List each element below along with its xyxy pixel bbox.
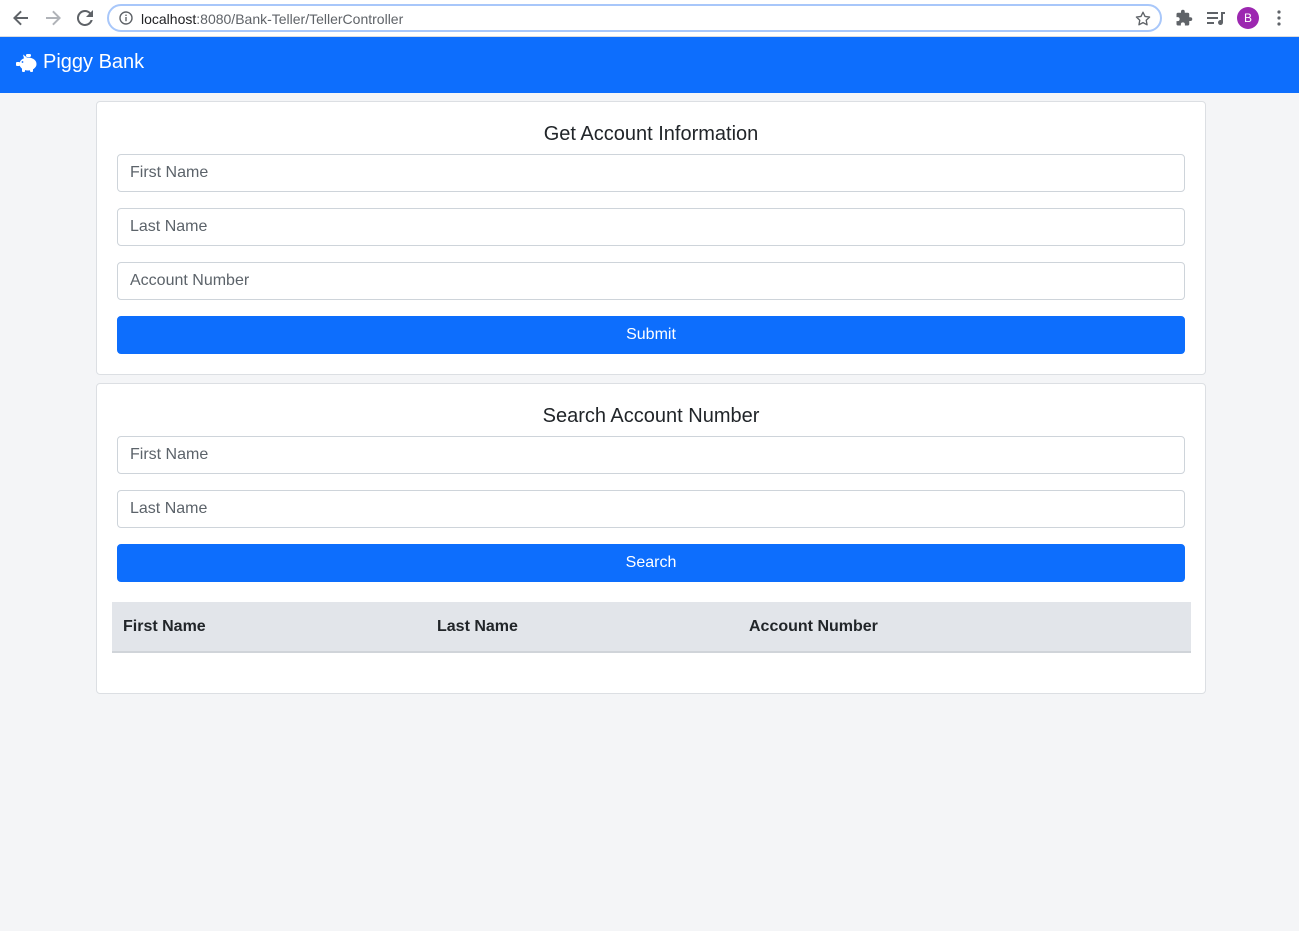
search-last-name-input[interactable] (117, 490, 1185, 528)
table-header-row: First Name Last Name Account Number (112, 602, 1191, 653)
arrow-left-icon (13, 10, 28, 26)
url-text: localhost:8080/Bank-Teller/TellerControl… (141, 11, 403, 27)
submit-button[interactable]: Submit (117, 316, 1185, 354)
brand-name: Piggy Bank (43, 51, 145, 73)
last-name-input[interactable] (117, 208, 1185, 246)
navbar: Piggy Bank (0, 37, 1299, 93)
more-vertical-icon[interactable] (1270, 9, 1288, 27)
address-bar[interactable]: localhost:8080/Bank-Teller/TellerControl… (107, 4, 1162, 32)
media-queue-icon[interactable] (1206, 9, 1226, 27)
results-table: First Name Last Name Account Number (112, 602, 1191, 653)
reload-button[interactable] (73, 7, 97, 29)
search-title: Search Account Number (542, 405, 760, 427)
first-name-input[interactable] (117, 154, 1185, 192)
column-header-last-name: Last Name (426, 602, 738, 653)
profile-avatar[interactable]: B (1237, 7, 1259, 29)
column-header-first-name: First Name (112, 602, 426, 653)
forward-button[interactable] (41, 7, 65, 29)
reload-icon (77, 10, 93, 26)
search-button[interactable]: Search (117, 544, 1185, 582)
bookmark-star-icon[interactable] (1134, 10, 1152, 28)
account-number-input[interactable] (117, 262, 1185, 300)
brand-link[interactable]: Piggy Bank (15, 51, 144, 74)
url-host: localhost (141, 11, 197, 27)
back-button[interactable] (9, 7, 33, 29)
url-path: :8080/Bank-Teller/TellerController (196, 11, 404, 27)
search-card: Search Account Number Search First Name … (96, 383, 1206, 694)
account-info-title: Get Account Information (543, 123, 759, 145)
piggy-bank-icon (16, 53, 37, 72)
info-icon[interactable] (119, 11, 133, 25)
search-first-name-input[interactable] (117, 436, 1185, 474)
account-info-card: Get Account Information Submit (96, 101, 1206, 375)
column-header-account-number: Account Number (738, 602, 1191, 653)
arrow-right-icon (46, 10, 61, 26)
browser-toolbar: localhost:8080/Bank-Teller/TellerControl… (0, 0, 1299, 37)
extensions-puzzle-icon[interactable] (1175, 9, 1193, 27)
